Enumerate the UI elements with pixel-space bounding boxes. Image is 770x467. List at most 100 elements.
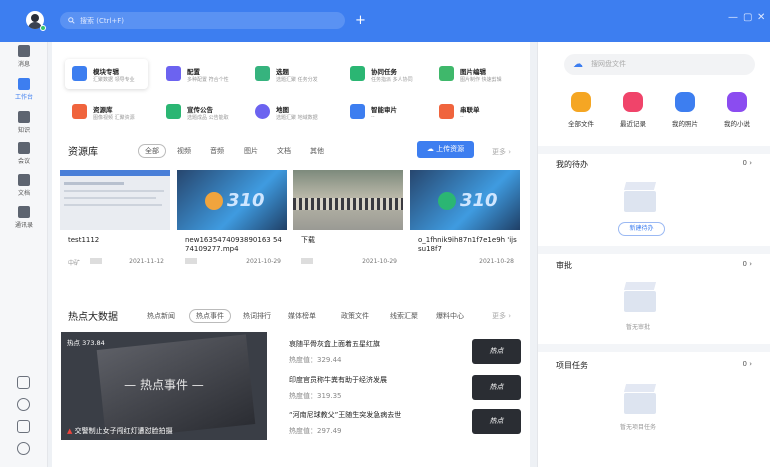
- more-icon[interactable]: [17, 442, 30, 455]
- hot-tab-media[interactable]: 媒体榜单: [288, 311, 316, 321]
- new-todo-button[interactable]: 新建待办: [618, 222, 665, 236]
- app-card-map[interactable]: 地图 选题汇聚 地域数据: [248, 97, 331, 127]
- filter-document[interactable]: 文档: [277, 146, 291, 156]
- app-card-topic[interactable]: 选题 选题汇聚 任务分发: [248, 59, 331, 89]
- resource-date: 2021-11-12: [129, 258, 164, 265]
- resource-card[interactable]: test1112 中矿 2021-11-12: [60, 170, 170, 267]
- app-card-announcement[interactable]: 宣传公告 选题成品 公告能取: [159, 97, 242, 127]
- document-icon: [18, 174, 30, 186]
- meeting-icon: [18, 142, 30, 154]
- app-card-resource[interactable]: 资源库 图像视频 汇聚资源: [65, 97, 148, 127]
- photo-icon: [675, 92, 695, 112]
- hot-tab-events[interactable]: 热点事件: [189, 309, 231, 323]
- todo-title: 我的待办: [556, 160, 588, 169]
- maximize-button[interactable]: ▢: [743, 12, 752, 23]
- sidebar-item-meeting[interactable]: 会议: [0, 142, 48, 165]
- send-icon: [350, 66, 365, 81]
- filter-video[interactable]: 视频: [177, 146, 191, 156]
- cloud-drive-search-input[interactable]: ☁ 搜网盘文件: [564, 54, 755, 75]
- news-thumbnail[interactable]: 热点: [472, 375, 521, 400]
- sidebar-item-documents[interactable]: 文档: [0, 174, 48, 197]
- app-card-rundown[interactable]: 串联单 --: [432, 97, 515, 127]
- hot-tab-clues[interactable]: 线索汇聚: [390, 311, 418, 321]
- resource-card[interactable]: 下载 2021-10-29: [293, 170, 403, 267]
- resource-date: 2021-10-29: [362, 258, 397, 265]
- settings-icon[interactable]: [17, 398, 30, 411]
- calendar-icon[interactable]: [17, 376, 30, 389]
- planet-icon: [255, 104, 270, 119]
- sidebar-item-knowledge[interactable]: 知识: [0, 111, 48, 134]
- approval-empty-text: 暂无审批: [626, 324, 651, 331]
- image-icon: [439, 66, 454, 81]
- topic-icon: [255, 66, 270, 81]
- quick-novels[interactable]: 我的小说: [712, 92, 762, 128]
- resource-name: o_1fhnik9ih87n1f7e1e9h 'ijssu18f7: [418, 236, 517, 253]
- search-placeholder: 搜索 (Ctrl+F): [80, 16, 125, 25]
- news-title[interactable]: “河南尼球教父”王随生突发急病去世: [289, 410, 401, 420]
- resource-thumbnail: 310: [177, 170, 287, 230]
- online-status-dot: [40, 25, 46, 31]
- resource-thumbnail: 310: [410, 170, 520, 230]
- resource-card[interactable]: 310 o_1fhnik9ih87n1f7e1e9h 'ijssu18f7 20…: [410, 170, 520, 267]
- sidebar-item-messages[interactable]: 消息: [0, 45, 48, 68]
- quick-all-files[interactable]: 全部文件: [556, 92, 606, 128]
- list-icon: [439, 104, 454, 119]
- cloud-drive-icon: ☁: [573, 59, 583, 70]
- close-button[interactable]: ✕: [757, 12, 765, 23]
- hot-tab-keywords[interactable]: 热词排行: [243, 311, 271, 321]
- clock-icon: [623, 92, 643, 112]
- resource-date: 2021-10-29: [246, 258, 281, 265]
- news-thumbnail[interactable]: 热点: [472, 409, 521, 434]
- app-card-special[interactable]: 模块专辑 汇聚数据 领导专业: [65, 59, 148, 89]
- app-card-review[interactable]: 智能审片 --: [343, 97, 426, 127]
- sidebar-item-contacts[interactable]: 通讯录: [0, 206, 48, 229]
- global-search-input[interactable]: 搜索 (Ctrl+F): [60, 12, 345, 29]
- workbench-icon: [18, 78, 30, 90]
- add-icon[interactable]: +: [352, 12, 369, 29]
- hot-tab-news[interactable]: 热点新闻: [147, 311, 175, 321]
- hot-more-link[interactable]: 更多 ›: [492, 311, 511, 321]
- minimize-button[interactable]: —: [728, 12, 738, 23]
- quick-photos[interactable]: 我的照片: [660, 92, 710, 128]
- approval-count[interactable]: 0 ›: [743, 260, 752, 268]
- todo-count[interactable]: 0 ›: [743, 159, 752, 167]
- right-panel: ☁ 搜网盘文件 全部文件 最近记录 我的照片 我的小说 我的待办 0 › 新建待…: [537, 42, 770, 467]
- filter-all[interactable]: 全部: [138, 144, 166, 158]
- empty-box-icon: [621, 282, 659, 312]
- app-card-config[interactable]: 配置 多种配置 符合个性: [159, 59, 242, 89]
- news-thumbnail[interactable]: 热点: [472, 339, 521, 364]
- resource-name: test1112: [68, 236, 100, 244]
- resource-card[interactable]: 310 new1635474093890163 5474109277.mp4 2…: [177, 170, 287, 267]
- resource-name: 下载: [301, 236, 315, 244]
- news-title[interactable]: 印度官员称牛粪有助于经济发展: [289, 375, 387, 385]
- top-bar: 搜索 (Ctrl+F) + — ▢ ✕: [0, 0, 770, 42]
- book-icon: [727, 92, 747, 112]
- resources-title: 资源库: [68, 147, 98, 158]
- hot-data-title: 热点大数据: [68, 312, 118, 323]
- filter-other[interactable]: 其他: [310, 146, 324, 156]
- news-heat: 热度值：297.49: [289, 427, 342, 435]
- empty-box-icon: [621, 182, 659, 212]
- empty-box-icon: [621, 384, 659, 414]
- featured-hot-event[interactable]: 热点 373.84 — 热点事件 — ▲ 交警制止女子闯红灯遭怼脸拍摄: [61, 332, 267, 440]
- save-icon[interactable]: [17, 420, 30, 433]
- app-card-task[interactable]: 协同任务 任务指派 多人协同: [343, 59, 426, 89]
- featured-caption: 交警制止女子闯红灯遭怼脸拍摄: [74, 427, 173, 435]
- project-tasks-count[interactable]: 0 ›: [743, 360, 752, 368]
- filter-image[interactable]: 图片: [244, 146, 258, 156]
- hot-tab-policy[interactable]: 政策文件: [341, 311, 369, 321]
- quick-recent[interactable]: 最近记录: [608, 92, 658, 128]
- news-title[interactable]: 哀随平骨灰盒上面着五星红旗: [289, 339, 380, 349]
- hot-tab-tips[interactable]: 爆料中心: [436, 311, 464, 321]
- resources-more-link[interactable]: 更多 ›: [492, 147, 511, 157]
- folder-icon: [571, 92, 591, 112]
- app-card-image-edit[interactable]: 图片编辑 图片制作 快速剪辑: [432, 59, 515, 89]
- resource-name: new1635474093890163 5474109277.mp4: [185, 236, 282, 253]
- news-heat: 热度值：319.35: [289, 392, 342, 400]
- fire-icon: ▲: [67, 427, 75, 435]
- filter-audio[interactable]: 音频: [210, 146, 224, 156]
- upload-resource-button[interactable]: ☁ 上传资源: [417, 141, 474, 158]
- box-icon: [72, 104, 87, 119]
- sidebar-item-workbench[interactable]: 工作台: [0, 78, 48, 101]
- news-heat: 热度值：329.44: [289, 356, 342, 364]
